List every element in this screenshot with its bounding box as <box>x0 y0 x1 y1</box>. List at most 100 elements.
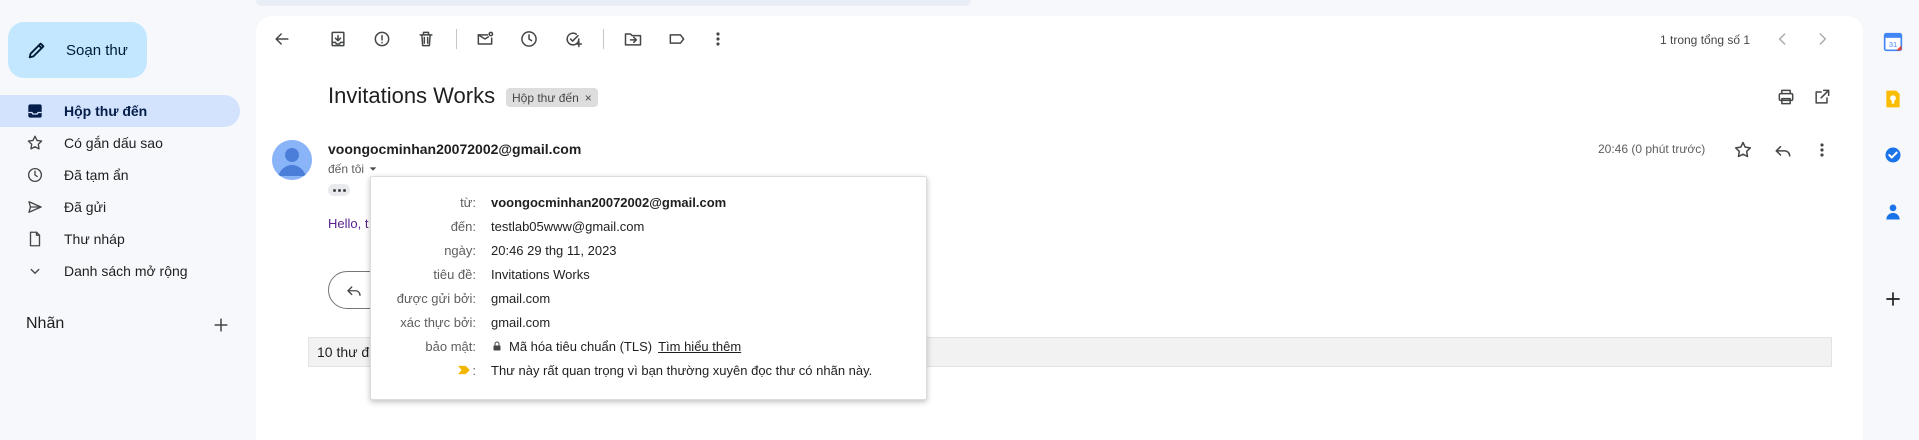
message-body: Hello, t <box>328 216 369 231</box>
star-button[interactable] <box>1723 130 1763 170</box>
plus-icon <box>1885 292 1900 306</box>
learn-more-link[interactable]: Tìm hiểu thêm <box>658 339 741 354</box>
labels-button[interactable] <box>657 19 697 59</box>
message-details-popup: từ: voongocminhan20072002@gmail.com đến:… <box>370 176 927 400</box>
reply-button[interactable] <box>1763 130 1803 170</box>
detail-value: Invitations Works <box>491 266 590 282</box>
detail-value: Thư này rất quan trọng vì bạn thường xuy… <box>491 362 873 378</box>
archive-icon <box>331 31 345 47</box>
toolbar-divider <box>603 29 604 49</box>
detail-row-to: đến: testlab05www@gmail.com <box>371 216 928 236</box>
rail-spacer <box>1866 224 1919 225</box>
draft-icon <box>29 231 41 247</box>
tasks-app-button[interactable] <box>1866 145 1919 165</box>
sidebar-item-label: Danh sách mở rộng <box>64 263 188 279</box>
to-me-label: đến tôi <box>328 162 365 176</box>
inbox-label-chip: Hộp thư đến × <box>506 88 598 107</box>
calendar-app-button[interactable]: 31 <box>1866 32 1919 52</box>
report-spam-button[interactable] <box>362 19 402 59</box>
detail-row-mailed-by: được gửi bởi: gmail.com <box>371 288 928 308</box>
sidebar-item-more[interactable]: Danh sách mở rộng <box>0 255 240 287</box>
move-to-button[interactable] <box>613 19 653 59</box>
older-button[interactable] <box>1802 19 1842 59</box>
sidebar-item-label: Đã gửi <box>64 199 107 215</box>
svg-text:31: 31 <box>1888 40 1896 49</box>
print-button[interactable] <box>1766 77 1806 117</box>
remove-label-button[interactable]: × <box>585 91 592 105</box>
reply-icon <box>1775 145 1791 157</box>
calendar-icon: 31 <box>1883 32 1902 52</box>
pencil-icon <box>28 42 45 59</box>
add-label-button[interactable] <box>201 305 241 345</box>
archive-button[interactable] <box>318 19 358 59</box>
star-icon <box>1734 141 1752 158</box>
add-task-button[interactable] <box>553 19 593 59</box>
detail-value: gmail.com <box>491 314 551 330</box>
sender-email[interactable]: voongocminhan20072002@gmail.com <box>328 141 581 157</box>
inbox-icon <box>28 104 42 118</box>
detail-value: testlab05www@gmail.com <box>491 218 645 234</box>
sidebar-item-label: Hộp thư đến <box>64 103 148 119</box>
contacts-icon <box>1885 204 1900 220</box>
compose-button[interactable]: Soạn thư <box>8 22 147 78</box>
get-addons-button[interactable] <box>1866 289 1919 309</box>
message-more-button[interactable] <box>1802 130 1842 170</box>
chevron-right-icon <box>1819 33 1827 45</box>
open-in-new-icon <box>1815 89 1830 104</box>
report-icon <box>374 31 390 47</box>
contacts-app-button[interactable] <box>1866 202 1919 222</box>
detail-key: xác thực bởi: <box>400 314 476 330</box>
chevron-left-icon <box>1778 33 1786 45</box>
more-options-button[interactable] <box>698 19 738 59</box>
labels-heading: Nhãn <box>26 315 65 332</box>
search-bar-edge[interactable] <box>256 0 971 6</box>
add-task-icon <box>566 32 583 48</box>
detail-key-group: : <box>371 363 476 378</box>
reply-icon <box>347 286 361 296</box>
compose-label: Soạn thư <box>66 41 128 59</box>
snooze-button[interactable] <box>509 19 549 59</box>
recipient-toggle[interactable]: đến tôi <box>328 162 378 176</box>
star-icon <box>27 135 43 150</box>
show-trimmed-content-button[interactable] <box>328 184 350 196</box>
message-time: 20:46 (0 phút trước) <box>1598 142 1706 156</box>
detail-key: đến: <box>450 218 476 234</box>
importance-key: : <box>472 362 476 378</box>
page-count: 1 trong tổng số 1 <box>1660 33 1751 47</box>
detail-key: được gửi bởi: <box>396 290 476 306</box>
detail-key: tiêu đề: <box>433 266 476 282</box>
send-icon <box>28 201 42 213</box>
detail-key: ngày: <box>444 242 476 258</box>
detail-row-signed-by: xác thực bởi: gmail.com <box>371 312 928 332</box>
sidebar-item-label: Có gắn dấu sao <box>64 135 163 151</box>
sender-avatar[interactable] <box>272 140 312 180</box>
delete-button[interactable] <box>406 19 446 59</box>
detail-row-importance: : Thư này rất quan trọng vì bạn thường x… <box>371 360 928 380</box>
dropdown-arrow-icon <box>369 167 377 171</box>
open-new-window-button[interactable] <box>1802 77 1842 117</box>
sidebar-item-label: Đã tạm ẩn <box>64 167 129 183</box>
lock-icon <box>493 341 501 351</box>
mark-unread-button[interactable] <box>465 19 505 59</box>
more-vert-icon <box>1820 143 1824 157</box>
newer-button[interactable] <box>1763 19 1803 59</box>
detail-key: bảo mật: <box>425 338 476 354</box>
detail-row-date: ngày: 20:46 29 thg 11, 2023 <box>371 240 928 260</box>
person-icon <box>272 140 312 180</box>
detail-key: từ: <box>460 194 476 210</box>
sidebar-item-sent[interactable]: Đã gửi <box>0 191 240 223</box>
sidebar-item-inbox[interactable]: Hộp thư đến <box>0 95 240 127</box>
detail-value: gmail.com <box>491 290 551 306</box>
more-vert-icon <box>716 32 720 46</box>
keep-app-button[interactable] <box>1866 89 1919 109</box>
detail-row-from: từ: voongocminhan20072002@gmail.com <box>371 192 928 212</box>
trash-icon <box>419 31 433 47</box>
detail-row-subject: tiêu đề: Invitations Works <box>371 264 928 284</box>
print-icon <box>1778 89 1794 105</box>
sidebar-item-starred[interactable]: Có gắn dấu sao <box>0 127 240 159</box>
back-button[interactable] <box>262 19 302 59</box>
tasks-icon <box>1885 147 1900 163</box>
sidebar-item-drafts[interactable]: Thư nháp <box>0 223 240 255</box>
detail-value-group: Mã hóa tiêu chuẩn (TLS) Tìm hiểu thêm <box>491 339 741 354</box>
sidebar-item-snoozed[interactable]: Đã tạm ẩn <box>0 159 240 191</box>
